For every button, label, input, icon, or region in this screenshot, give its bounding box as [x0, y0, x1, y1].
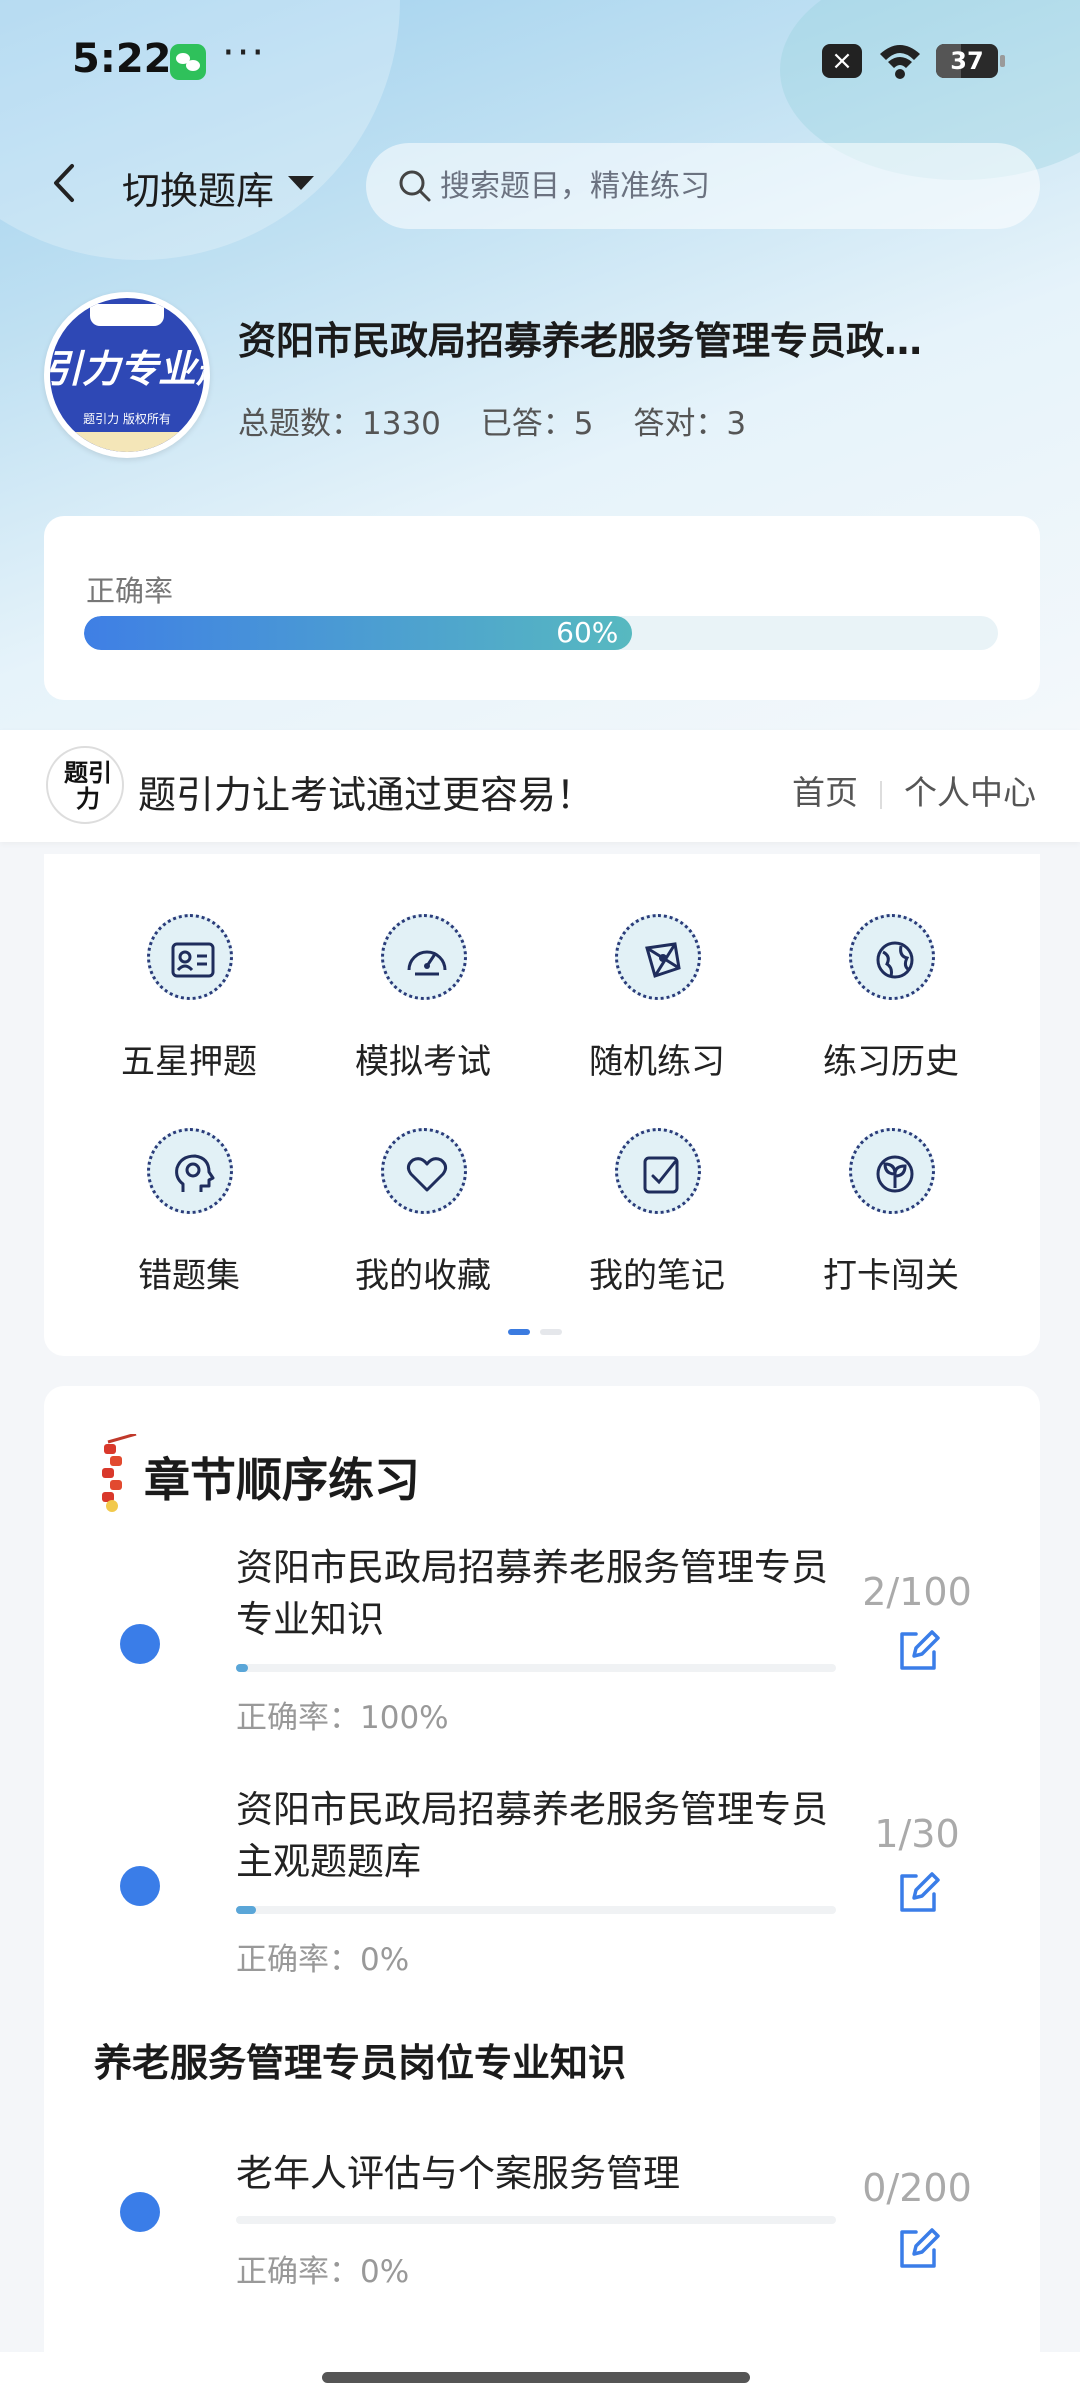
sprout-icon [849, 1128, 935, 1214]
chapter-dot [120, 2192, 160, 2232]
subsection-title: 养老服务管理专员岗位专业知识 [94, 2032, 627, 2087]
function-random-practice[interactable]: 随机练习 [557, 884, 757, 1082]
function-label: 练习历史 [823, 1042, 959, 1082]
profile-link[interactable]: 个人中心 [904, 773, 1036, 812]
chapter-progress-bar [236, 2216, 836, 2224]
chapter-name: 资阳市民政局招募养老服务管理专员主观题题库 [236, 1788, 828, 1883]
id-card-icon [147, 914, 233, 1000]
battery-level: 37 [950, 47, 984, 75]
accuracy-card: 正确率 60% [44, 516, 1040, 700]
chapter-progress-count: 1/30 [874, 1812, 960, 1856]
status-bar: 5:22 ··· × 37 [0, 0, 1080, 120]
accuracy-value: 60% [556, 616, 619, 649]
course-title: 资阳市民政局招募养老服务管理专员政… [238, 319, 923, 363]
head-icon [147, 1128, 233, 1214]
search-input[interactable] [440, 161, 1010, 211]
pager-dot[interactable] [540, 1329, 562, 1335]
accuracy-progress-bar: 60% [84, 616, 998, 650]
brand-logo: 题引力 [46, 746, 124, 824]
edit-icon[interactable] [894, 1626, 942, 1674]
accuracy-label: 正确率 [86, 574, 174, 608]
course-logo-sub: 题引力 版权所有 [83, 412, 171, 426]
switch-bank-button[interactable]: 切换题库 [122, 160, 274, 215]
back-icon[interactable] [44, 158, 84, 208]
banner-slogan: 题引力让考试通过更容易！ [138, 773, 595, 817]
brand-logo-text: 题引力 [64, 759, 112, 813]
speedometer-icon [381, 914, 467, 1000]
function-mock-exam[interactable]: 模拟考试 [323, 884, 523, 1082]
function-check-in[interactable]: 打卡闯关 [791, 1098, 991, 1296]
wifi-icon [880, 45, 920, 79]
chapter-dot [120, 1866, 160, 1906]
chapter-progress-bar [236, 1906, 836, 1914]
chapter-dot [120, 1624, 160, 1664]
function-label: 模拟考试 [355, 1042, 491, 1082]
chapter-practice-card: 章节顺序练习 资阳市民政局招募养老服务管理专员专业知识 正确率：100% 2/1… [44, 1386, 1040, 2386]
chapter-section-title: 章节顺序练习 [144, 1453, 420, 1507]
chapter-name: 老年人评估与个案服务管理 [236, 2152, 680, 2195]
note-check-icon [615, 1128, 701, 1214]
banner-links: 首页 个人中心 [792, 766, 1036, 814]
chapter-progress-count: 0/200 [862, 2166, 972, 2210]
caret-down-icon[interactable] [288, 176, 314, 190]
stat-answered: 已答：5 [480, 406, 594, 442]
heart-icon [381, 1128, 467, 1214]
search-icon [399, 170, 431, 202]
chapter-progress-count: 2/100 [862, 1570, 972, 1614]
course-logo: 引力专业题 题引力 版权所有 [44, 292, 210, 458]
function-label: 随机练习 [589, 1042, 725, 1082]
function-five-star[interactable]: 五星押题 [89, 884, 289, 1082]
function-grid: 五星押题 模拟考试 随机练习 练习历史 错题集 我的收藏 我的笔记 打卡闯关 [44, 854, 1040, 1356]
function-history[interactable]: 练习历史 [791, 884, 991, 1082]
edit-icon[interactable] [894, 1868, 942, 1916]
chapter-name: 资阳市民政局招募养老服务管理专员专业知识 [236, 1546, 828, 1641]
network-icon [615, 914, 701, 1000]
wechat-icon [170, 44, 206, 80]
chapter-progress-bar [236, 1664, 836, 1672]
pager-dot-active[interactable] [508, 1329, 530, 1335]
stat-correct: 答对：3 [633, 406, 747, 442]
chapter-progress-fill [236, 1664, 248, 1672]
function-label: 打卡闯关 [823, 1256, 959, 1296]
function-label: 我的收藏 [355, 1256, 491, 1296]
function-label: 我的笔记 [589, 1256, 725, 1296]
accuracy-progress-fill: 60% [84, 616, 633, 650]
function-wrong-questions[interactable]: 错题集 [89, 1098, 289, 1296]
promo-banner: 题引力 题引力让考试通过更容易！ 首页 个人中心 [0, 730, 1080, 842]
chapter-progress-fill [236, 1906, 256, 1914]
firecracker-icon [102, 1434, 137, 1512]
more-notifications-icon: ··· [222, 30, 267, 76]
chapter-accuracy: 正确率：100% [236, 1700, 449, 1736]
battery-icon: 37 [936, 44, 1005, 78]
function-favorites[interactable]: 我的收藏 [323, 1098, 523, 1296]
function-label: 五星押题 [121, 1042, 257, 1082]
chapter-accuracy: 正确率：0% [236, 2254, 410, 2290]
function-notes[interactable]: 我的笔记 [557, 1098, 757, 1296]
home-link[interactable]: 首页 [792, 773, 858, 812]
chapter-accuracy: 正确率：0% [236, 1942, 410, 1978]
stat-total: 总题数：1330 [238, 406, 441, 442]
course-logo-text: 引力专业题 [44, 347, 204, 391]
no-sim-icon: × [822, 44, 862, 78]
search-bar[interactable] [366, 143, 1040, 229]
course-stats: 总题数：1330 已答：5 答对：3 [238, 398, 776, 443]
grid-pager [508, 1320, 572, 1339]
globe-icon [849, 914, 935, 1000]
edit-icon[interactable] [894, 2224, 942, 2272]
home-indicator[interactable] [322, 2372, 750, 2383]
function-label: 错题集 [138, 1256, 240, 1296]
status-time: 5:22 [72, 36, 172, 82]
